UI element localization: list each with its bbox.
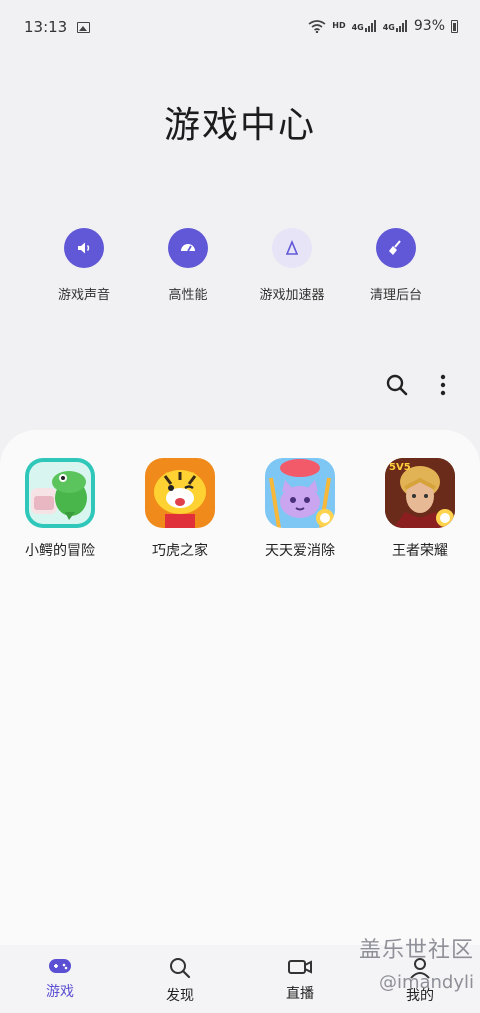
status-left: 13:13 xyxy=(24,18,91,36)
accelerator-icon xyxy=(272,228,312,268)
performance-icon xyxy=(168,228,208,268)
games-list: 小鳄的冒险 巧虎之家 天天爱消除 5V5 王者荣耀 xyxy=(0,458,480,560)
game-name: 巧虎之家 xyxy=(152,543,208,559)
games-panel: 小鳄的冒险 巧虎之家 天天爱消除 5V5 王者荣耀 xyxy=(0,430,480,945)
game-item[interactable]: 小鳄的冒险 xyxy=(0,458,120,560)
broom-icon xyxy=(376,228,416,268)
status-right: HD 4G 4G 93% xyxy=(308,18,458,34)
video-camera-icon xyxy=(288,960,312,974)
nav-item-live[interactable]: 直播 xyxy=(240,945,360,1013)
game-item[interactable]: 天天爱消除 xyxy=(240,458,360,560)
quick-action-game-accelerator[interactable]: 游戏加速器 xyxy=(240,228,344,303)
nav-label: 直播 xyxy=(286,986,314,1002)
wifi-icon xyxy=(308,19,326,33)
signal-icon xyxy=(395,20,407,32)
battery-percent: 93% xyxy=(413,18,445,34)
quick-action-label: 游戏加速器 xyxy=(259,288,325,303)
person-icon xyxy=(410,958,430,979)
game-item[interactable]: 巧虎之家 xyxy=(120,458,240,560)
search-icon xyxy=(170,958,191,979)
volume-icon xyxy=(64,228,104,268)
nav-item-discover[interactable]: 发现 xyxy=(120,945,240,1013)
status-time: 13:13 xyxy=(24,18,68,36)
nav-label: 我的 xyxy=(406,988,434,1004)
quick-action-label: 清理后台 xyxy=(369,288,422,303)
cat-game-icon xyxy=(265,458,335,528)
game-center-screen: 13:13 HD 4G 4G 93% 游戏中心 游戏声音 高性能 游戏加速器 清… xyxy=(0,0,480,1013)
quick-actions: 游戏声音 高性能 游戏加速器 清理后台 xyxy=(32,228,448,303)
nav-label: 游戏 xyxy=(46,984,74,1000)
network-type-1: 4G xyxy=(351,23,364,32)
game-item[interactable]: 5V5 王者荣耀 xyxy=(360,458,480,560)
crocodile-game-icon xyxy=(25,458,95,528)
bottom-nav: 游戏 发现 直播 我的 xyxy=(0,945,480,1013)
nav-item-games[interactable]: 游戏 xyxy=(0,945,120,1013)
battery-icon xyxy=(451,19,458,33)
quick-action-high-performance[interactable]: 高性能 xyxy=(136,228,240,303)
gamepad-icon xyxy=(49,959,71,973)
game-name: 天天爱消除 xyxy=(265,543,335,559)
more-options-icon[interactable] xyxy=(433,372,453,398)
signal-icon xyxy=(364,20,376,32)
hd-label: HD xyxy=(332,21,346,30)
signal-1: 4G xyxy=(352,20,377,32)
quick-action-label: 高性能 xyxy=(168,288,208,303)
game-name: 王者荣耀 xyxy=(392,543,448,559)
signal-2: 4G xyxy=(383,20,408,32)
network-type-2: 4G xyxy=(382,23,395,32)
tiger-game-icon xyxy=(145,458,215,528)
quick-action-label: 游戏声音 xyxy=(57,288,110,303)
quick-action-clean-background[interactable]: 清理后台 xyxy=(344,228,448,303)
quick-action-game-sound[interactable]: 游戏声音 xyxy=(32,228,136,303)
search-icon[interactable] xyxy=(385,373,409,397)
game-name: 小鳄的冒险 xyxy=(25,543,95,559)
page-title: 游戏中心 xyxy=(163,105,316,146)
gallery-notification-icon xyxy=(77,21,91,33)
nav-label: 发现 xyxy=(166,988,194,1004)
hero-game-icon: 5V5 xyxy=(385,458,455,528)
nav-item-mine[interactable]: 我的 xyxy=(360,945,480,1013)
game-badge: 5V5 xyxy=(389,462,411,473)
status-bar: 13:13 HD 4G 4G 93% xyxy=(0,0,480,56)
